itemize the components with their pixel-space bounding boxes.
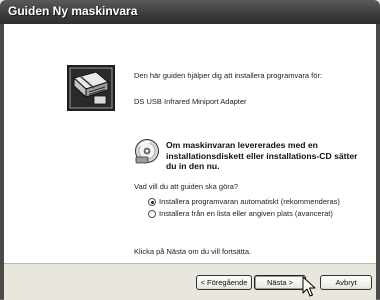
question-text: Vad vill du att guiden ska göra? [134, 182, 239, 191]
radio-install-from-list[interactable] [148, 210, 156, 218]
intro-text: Den här guiden hjälper dig att installer… [134, 71, 323, 80]
next-button[interactable]: Nästa > [254, 275, 306, 290]
cd-notice-line1: Om maskinvaran levererades med en [166, 140, 318, 150]
window-frame-right [376, 24, 380, 299]
cd-icon [135, 139, 159, 164]
radio-selected-dot [150, 200, 154, 204]
back-button[interactable]: < Föregående [196, 275, 252, 290]
mouse-pointer-icon [302, 276, 316, 297]
cd-notice-line3: du in den nu. [166, 161, 220, 171]
option-from-list-label[interactable]: Installera från en lista eller angiven p… [159, 209, 333, 218]
title-bar[interactable]: Guiden Ny maskinvara [0, 0, 380, 24]
wizard-window: Guiden Ny maskinvara Den här guiden hjäl… [0, 0, 380, 300]
window-title: Guiden Ny maskinvara [8, 4, 138, 18]
radio-install-automatic[interactable] [148, 198, 156, 206]
cd-notice-line2: installationsdiskett eller installations… [166, 150, 358, 161]
cancel-button[interactable]: Avbryt [320, 275, 372, 290]
device-name: DS USB Infrared Miniport Adapter [134, 97, 247, 106]
wizard-side-panel [4, 24, 130, 263]
hardware-wizard-icon [67, 65, 115, 111]
continue-hint: Klicka på Nästa om du vill fortsätta. [134, 247, 252, 256]
option-automatic-label[interactable]: Installera programvaran automatiskt (rek… [159, 197, 340, 206]
